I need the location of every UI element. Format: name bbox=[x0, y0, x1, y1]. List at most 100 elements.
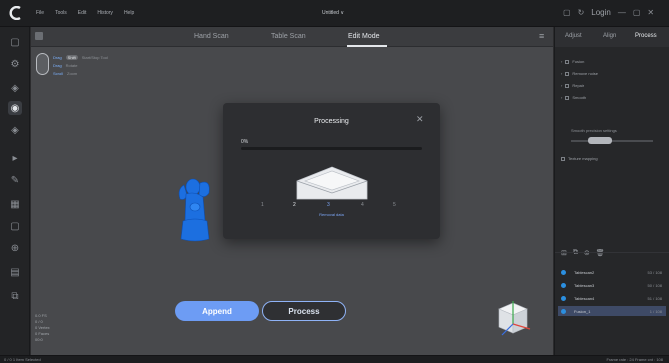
visibility-dot-icon[interactable] bbox=[561, 308, 566, 314]
view-cube-icon[interactable] bbox=[493, 297, 533, 339]
slider-handle[interactable] bbox=[588, 137, 612, 144]
minimize-icon[interactable]: — bbox=[618, 8, 626, 18]
scanned-angel-model[interactable] bbox=[175, 177, 215, 243]
mouse-help-row: Scroll Zoom bbox=[53, 71, 77, 76]
expand-icon[interactable]: › bbox=[561, 95, 562, 100]
mode-tabs: Hand Scan Table Scan Edit Mode ≡ bbox=[31, 27, 553, 47]
target-icon[interactable]: ⊕ bbox=[8, 241, 22, 255]
fusion-checkbox[interactable] bbox=[565, 59, 570, 64]
close-icon[interactable]: ✕ bbox=[647, 8, 654, 18]
remove-noise-checkbox[interactable] bbox=[565, 71, 570, 76]
window-controls: ▢ ↻ Login — ▢ ✕ bbox=[563, 8, 654, 18]
tab-hand-scan[interactable]: Hand Scan bbox=[194, 33, 229, 40]
process-button[interactable]: Process bbox=[262, 301, 346, 321]
document-title[interactable]: Untitled ∨ bbox=[322, 10, 344, 16]
tab-adjust[interactable]: Adjust bbox=[565, 33, 582, 39]
step-marker: 1 bbox=[261, 202, 264, 208]
left-toolbar: ▢ ⚙ ◈ ◉ ◈ ▸ ✎ ▦ ▢ ⊕ ▤ ⧉ bbox=[0, 27, 30, 355]
menu-tools[interactable]: Tools bbox=[55, 10, 67, 16]
mouse-help-row: Drag Rotate bbox=[53, 63, 77, 68]
mouse-icon bbox=[36, 53, 49, 75]
active-tab-indicator bbox=[347, 45, 387, 47]
tab-process[interactable]: Process bbox=[635, 33, 657, 39]
option-label: Texture mapping bbox=[568, 156, 598, 161]
scan-object-icon[interactable]: ◉ bbox=[8, 101, 22, 115]
sync-icon[interactable]: ↻ bbox=[578, 8, 585, 18]
mouse-help-desc: Rotate bbox=[65, 63, 78, 68]
step-marker: 4 bbox=[361, 202, 364, 208]
step-marker: 3 bbox=[327, 202, 330, 208]
scan-list-toolbar: ⊞ ⧉ ⊚ 🗑 bbox=[561, 249, 605, 257]
grid-icon[interactable]: ▦ bbox=[8, 197, 22, 211]
scan-name: Tablescan4 bbox=[574, 295, 595, 301]
settings-icon[interactable]: ⚙ bbox=[8, 57, 22, 71]
title-bar: File Tools Edit History Help Untitled ∨ … bbox=[0, 0, 669, 27]
processing-box-illustration bbox=[296, 166, 368, 200]
visibility-dot-icon[interactable] bbox=[561, 269, 566, 275]
tab-edit-mode[interactable]: Edit Mode bbox=[348, 33, 380, 40]
option-remove-noise[interactable]: › Remove noise bbox=[561, 71, 598, 76]
mouse-help-key: Scroll bbox=[53, 71, 64, 76]
merge-icon[interactable]: ⊚ bbox=[584, 249, 590, 257]
model-icon[interactable]: ◈ bbox=[8, 81, 22, 95]
copy-icon[interactable]: ⧉ bbox=[573, 249, 578, 257]
mouse-help-desc: Start/Stop Tool bbox=[81, 55, 108, 60]
expand-icon[interactable]: › bbox=[561, 71, 562, 76]
tab-table-scan[interactable]: Table Scan bbox=[271, 33, 306, 40]
scan-list-item[interactable]: Fusion_1 1 / 108 bbox=[558, 306, 666, 316]
layout-icon[interactable]: ▤ bbox=[8, 265, 22, 279]
option-repair[interactable]: › Repair bbox=[561, 83, 584, 88]
panel-tabs: Adjust Align Process bbox=[555, 27, 669, 47]
option-texture-mapping[interactable]: Texture mapping bbox=[561, 156, 598, 161]
mouse-help-row: Drag Shift Start/Stop Tool bbox=[53, 55, 108, 60]
brush-icon[interactable]: ✎ bbox=[8, 173, 22, 187]
divider bbox=[555, 252, 669, 253]
feedback-icon[interactable]: ▢ bbox=[563, 8, 571, 18]
scan-list-item[interactable]: Tablescan4 51 / 108 bbox=[558, 293, 666, 303]
app-logo-icon bbox=[9, 6, 21, 20]
menu-help[interactable]: Help bbox=[124, 10, 134, 16]
option-label: Fusion bbox=[572, 59, 585, 64]
scan-count: 51 / 108 bbox=[647, 295, 662, 301]
login-link[interactable]: Login bbox=[591, 8, 611, 18]
frame-icon[interactable]: ▢ bbox=[8, 35, 22, 49]
hamburger-menu-icon[interactable]: ≡ bbox=[539, 31, 544, 41]
status-bar: 0 / 0 1 Item Selected Frame rate : 24 Fr… bbox=[0, 355, 669, 363]
scan-count: 50 / 108 bbox=[647, 282, 662, 288]
status-selection: 0 / 0 1 Item Selected bbox=[4, 357, 41, 362]
expand-icon[interactable]: › bbox=[561, 83, 562, 88]
delete-icon[interactable]: 🗑 bbox=[596, 249, 605, 257]
maximize-icon[interactable]: ▢ bbox=[633, 8, 641, 18]
visibility-dot-icon[interactable] bbox=[561, 282, 566, 288]
option-smooth[interactable]: › Smooth bbox=[561, 95, 586, 100]
smooth-precision-slider[interactable] bbox=[571, 137, 653, 144]
texture-mapping-checkbox[interactable] bbox=[561, 156, 565, 161]
expand-icon[interactable]: › bbox=[561, 59, 562, 64]
step-indicator: 1 2 3 4 5 bbox=[261, 202, 406, 212]
crop-icon[interactable]: ▢ bbox=[8, 219, 22, 233]
slider-track bbox=[571, 140, 653, 142]
menu-edit[interactable]: Edit bbox=[78, 10, 87, 16]
smooth-checkbox[interactable] bbox=[565, 95, 570, 100]
menu-file[interactable]: File bbox=[36, 10, 44, 16]
add-icon[interactable]: ⊞ bbox=[561, 249, 567, 257]
step-marker: 5 bbox=[393, 202, 396, 208]
menu-history[interactable]: History bbox=[97, 10, 113, 16]
menu-bar: File Tools Edit History Help bbox=[36, 10, 134, 16]
export-icon[interactable]: ⧉ bbox=[8, 289, 22, 303]
mouse-help-key: Drag bbox=[53, 55, 62, 60]
progress-percent: 0% bbox=[241, 139, 249, 145]
select-icon[interactable]: ▸ bbox=[8, 151, 22, 165]
progress-bar bbox=[241, 147, 422, 150]
panel-toggle-icon[interactable] bbox=[35, 32, 43, 40]
option-fusion[interactable]: › Fusion bbox=[561, 59, 584, 64]
scan-list-item[interactable]: Tablescan3 50 / 108 bbox=[558, 280, 666, 290]
visibility-dot-icon[interactable] bbox=[561, 295, 566, 301]
texture-icon[interactable]: ◈ bbox=[8, 123, 22, 137]
repair-checkbox[interactable] bbox=[565, 83, 570, 88]
stat-line: 00:0 bbox=[35, 337, 43, 342]
scan-list-item[interactable]: Tablescan2 53 / 108 bbox=[558, 267, 666, 277]
close-icon[interactable]: ✕ bbox=[416, 114, 424, 125]
append-button[interactable]: Append bbox=[175, 301, 259, 321]
tab-align[interactable]: Align bbox=[603, 33, 616, 39]
